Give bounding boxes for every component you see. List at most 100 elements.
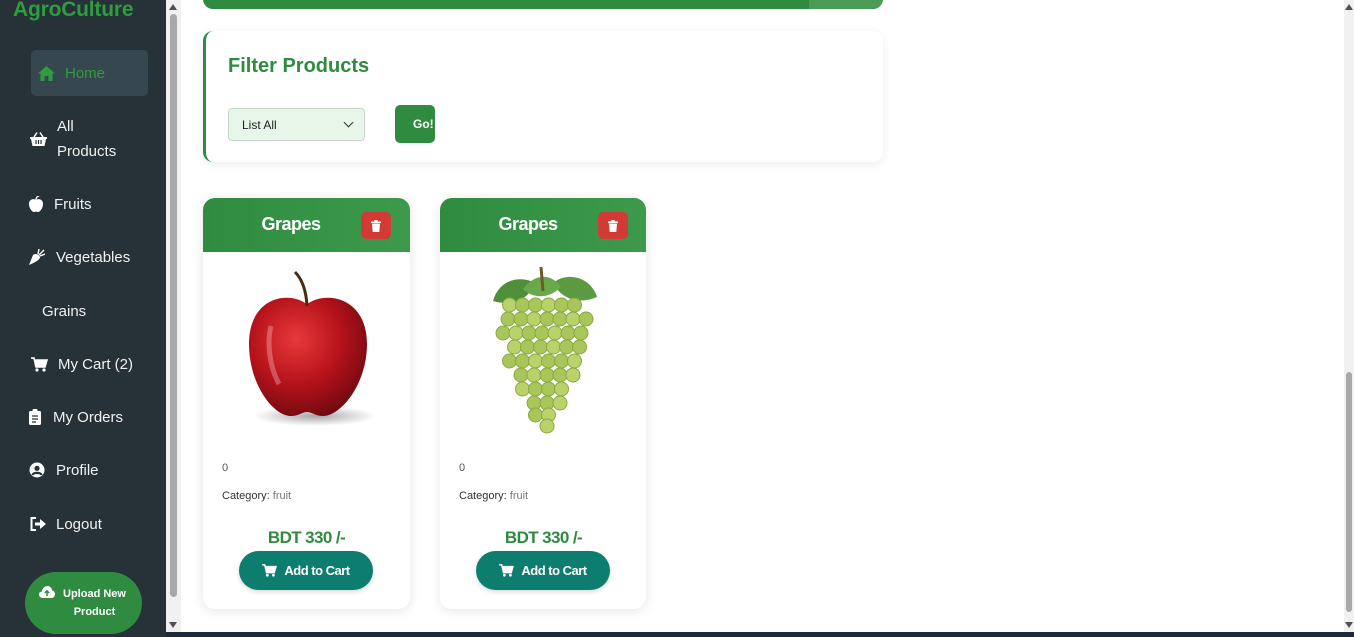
grape-berry [547, 325, 563, 341]
grape-berry [559, 339, 574, 355]
grape-berry [541, 353, 556, 369]
sidebar-item-label: My Orders [53, 408, 124, 426]
product-name: Grapes [498, 214, 558, 234]
sidebar-item-label: All Products [57, 118, 117, 160]
scroll-down-arrow-icon[interactable] [1345, 622, 1353, 628]
sidebar-item-grains[interactable]: Grains [0, 301, 166, 321]
grape-berry [539, 418, 555, 434]
cart-icon [499, 564, 515, 577]
sidebar-item-fruits[interactable]: Fruits [0, 194, 166, 214]
basket-icon [28, 132, 48, 146]
cloud-upload-icon [38, 586, 55, 604]
add-to-cart-button[interactable]: Add to Cart [239, 551, 373, 590]
add-to-cart-label: Add to Cart [284, 563, 350, 578]
filter-title: Filter Products [228, 55, 370, 77]
product-card: Grapes 0 Category: fruit BDT 330 /- Add … [203, 198, 410, 609]
sidebar-item-my-orders[interactable]: My Orders [0, 407, 166, 427]
grape-berry [528, 297, 543, 313]
category-select-value: List All [242, 117, 277, 132]
grape-berry [507, 339, 522, 355]
grape-berry [502, 353, 517, 369]
sidebar-item-label: Vegetables [56, 248, 131, 266]
grape-berry [578, 311, 594, 327]
product-category: Category: fruit [459, 490, 528, 502]
grape-berry [546, 339, 561, 355]
category-label: Category: [459, 490, 507, 502]
product-card: Grapes 0 Category: fruit BDT 330 /- Add … [440, 198, 646, 609]
grape-berry [539, 311, 555, 327]
grape-berry [521, 325, 537, 341]
product-card-header: Grapes [440, 198, 646, 252]
sidebar-item-all-products[interactable]: All Products [0, 115, 166, 163]
grape-berry [495, 325, 511, 341]
grape-berry [513, 367, 529, 383]
green-grapes-image [493, 266, 597, 434]
grape-berry [500, 311, 516, 327]
grape-berry [567, 353, 582, 369]
grape-berry [541, 381, 556, 397]
sidebar-item-vegetables[interactable]: Vegetables [0, 247, 166, 267]
sidebar-item-my-cart[interactable]: My Cart (2) [0, 354, 166, 374]
apple-icon [28, 196, 44, 212]
user-circle-icon [28, 462, 46, 478]
grape-berry [560, 325, 576, 341]
sidebar-item-label: Logout [56, 515, 102, 533]
trash-icon [371, 219, 381, 232]
go-button[interactable]: Go! [395, 105, 435, 143]
category-value: fruit [509, 490, 529, 502]
cart-icon [30, 356, 48, 372]
sidebar-item-label: Grains [42, 302, 87, 320]
grape-berry [526, 367, 542, 383]
scroll-up-arrow-icon[interactable] [169, 4, 177, 10]
grape-berry [515, 297, 530, 313]
sidebar-item-label: Home [65, 64, 106, 82]
sidebar-scrollbar[interactable] [166, 0, 181, 637]
filter-card: Filter Products List All Go! [203, 31, 883, 162]
sidebar-item-home[interactable]: Home [31, 50, 148, 96]
grape-berry [573, 325, 589, 341]
carrot-icon [28, 249, 46, 265]
add-to-cart-button[interactable]: Add to Cart [476, 551, 610, 590]
product-image [460, 256, 628, 446]
bottom-edge [166, 632, 1354, 637]
sidebar-item-logout[interactable]: Logout [0, 514, 166, 534]
page-scrollbar[interactable] [1344, 0, 1354, 637]
grape-berry [534, 325, 550, 341]
grape-berry [554, 381, 569, 397]
trash-icon [608, 219, 618, 232]
grape-berry [513, 311, 529, 327]
logout-icon [29, 517, 47, 531]
brand-logo[interactable]: AgroCulture [13, 0, 133, 22]
grape-berry [528, 381, 543, 397]
upload-button-label: Upload New Product [63, 588, 126, 618]
grape-berry [552, 395, 568, 411]
grape-berry [572, 339, 587, 355]
home-icon [36, 65, 56, 81]
grape-berry [539, 367, 555, 383]
scrollbar-thumb[interactable] [170, 14, 177, 597]
sidebar-item-label: Profile [56, 461, 99, 479]
product-category: Category: fruit [222, 490, 291, 502]
grape-berry [567, 297, 582, 313]
clipboard-icon [27, 409, 43, 425]
grape-berry [554, 353, 569, 369]
grape-berry [541, 297, 556, 313]
grape-berry [515, 353, 530, 369]
grape-berry [533, 339, 548, 355]
banner-shade [809, 0, 883, 9]
grape-berry [565, 367, 581, 383]
grape-berry [565, 311, 581, 327]
scrollbar-thumb[interactable] [1346, 372, 1352, 612]
sidebar-item-profile[interactable]: Profile [0, 460, 166, 480]
add-to-cart-label: Add to Cart [521, 563, 587, 578]
grape-berry [508, 325, 524, 341]
product-name: Grapes [261, 214, 321, 234]
delete-button[interactable] [598, 212, 628, 239]
scroll-up-arrow-icon[interactable] [1345, 4, 1353, 10]
delete-button[interactable] [361, 212, 391, 239]
grape-berry [520, 339, 535, 355]
top-banner [203, 0, 883, 9]
category-select[interactable]: List All [228, 108, 365, 141]
scroll-down-arrow-icon[interactable] [169, 622, 177, 628]
upload-new-product-button[interactable]: Upload New Product [25, 572, 142, 634]
